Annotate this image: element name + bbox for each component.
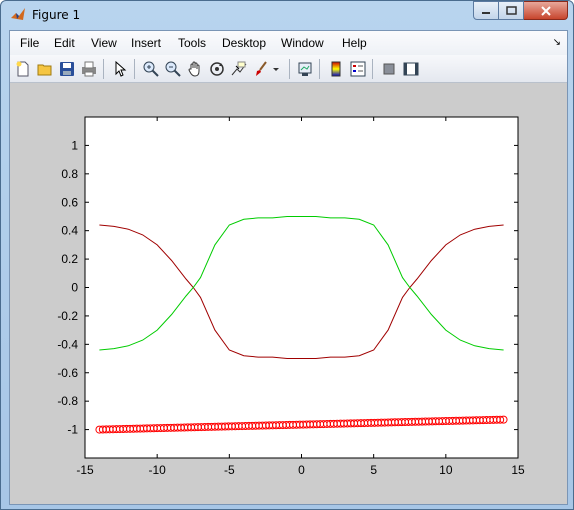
menu-file[interactable]: File: [20, 36, 39, 50]
menu-bar: File Edit View Insert Tools Desktop Wind…: [10, 31, 567, 55]
edit-plot-icon[interactable]: [110, 59, 130, 79]
x-tick-label: -10: [148, 463, 166, 477]
x-tick-label: 10: [439, 463, 453, 477]
y-tick-label: 1: [71, 138, 78, 152]
menu-dock-arrow-icon[interactable]: ↘: [553, 37, 561, 48]
figure-canvas[interactable]: -15 -10 -5 0 5 10 15 1 0.8 0.6 0.4 0.2 0 -0.2 -0.4 -0.6…: [10, 83, 567, 504]
link-plot-icon[interactable]: [295, 59, 315, 79]
x-tick-label: 5: [370, 463, 377, 477]
y-tick-label: -0.6: [57, 366, 78, 380]
legend-icon[interactable]: [348, 59, 368, 79]
maximize-button[interactable]: [499, 1, 524, 20]
open-file-icon[interactable]: [35, 59, 55, 79]
zoom-out-icon[interactable]: [163, 59, 183, 79]
menu-window[interactable]: Window: [281, 36, 324, 50]
menu-help[interactable]: Help: [342, 36, 367, 50]
minimize-button[interactable]: [473, 1, 499, 20]
y-tick-label: 0.2: [61, 252, 78, 266]
close-icon: [540, 5, 551, 16]
plot-area: [85, 117, 518, 458]
figure-client: File Edit View Insert Tools Desktop Wind…: [9, 30, 568, 505]
figure-window: Figure 1 File Edit View Insert Tools Des…: [0, 0, 574, 510]
pan-icon[interactable]: [185, 59, 205, 79]
x-tick-label: -15: [76, 463, 94, 477]
menu-desktop[interactable]: Desktop: [222, 36, 266, 50]
y-tick-label: -0.2: [57, 309, 78, 323]
y-tick-label: -0.4: [57, 337, 78, 351]
data-cursor-icon[interactable]: [229, 59, 249, 79]
menu-tools[interactable]: Tools: [178, 36, 206, 50]
menu-view[interactable]: View: [91, 36, 117, 50]
print-icon[interactable]: [79, 59, 99, 79]
hide-plot-tools-icon[interactable]: [379, 59, 399, 79]
colorbar-icon[interactable]: [326, 59, 346, 79]
menu-insert[interactable]: Insert: [131, 36, 161, 50]
zoom-in-icon[interactable]: [141, 59, 161, 79]
brush-icon[interactable]: [251, 59, 271, 79]
y-tick-label: 0.4: [61, 224, 78, 238]
plot-svg: -15 -10 -5 0 5 10 15 1 0.8 0.6 0.4 0.2 0 -0.2 -0.4 -0.6…: [57, 116, 525, 477]
show-plot-tools-icon[interactable]: [401, 59, 421, 79]
figure-toolbar: [10, 55, 567, 83]
y-tick-label: 0.8: [61, 167, 78, 181]
x-tick-label: -5: [224, 463, 235, 477]
minimize-icon: [482, 11, 490, 14]
save-icon[interactable]: [57, 59, 77, 79]
x-tick-label: 15: [511, 463, 525, 477]
title-bar[interactable]: Figure 1: [1, 1, 573, 30]
maximize-icon: [505, 6, 517, 15]
brush-dropdown-icon[interactable]: [270, 59, 282, 79]
y-tick-label: 0.6: [61, 195, 78, 209]
new-figure-icon[interactable]: [13, 59, 33, 79]
y-tick-label: -0.8: [57, 394, 78, 408]
rotate-3d-icon[interactable]: [207, 59, 227, 79]
menu-edit[interactable]: Edit: [54, 36, 75, 50]
window-title: Figure 1: [32, 8, 81, 22]
close-button[interactable]: [524, 1, 568, 20]
x-tick-label: 0: [298, 463, 305, 477]
y-tick-label: -1: [67, 423, 78, 437]
matlab-app-icon: [10, 7, 26, 23]
y-tick-label: 0: [71, 281, 78, 295]
